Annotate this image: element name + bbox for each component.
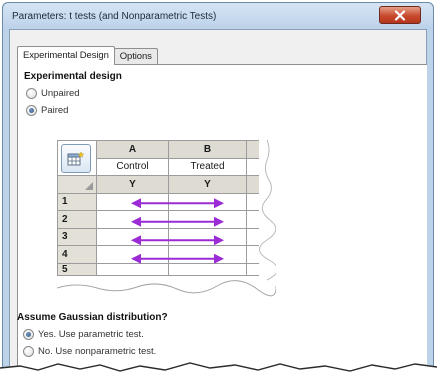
table-cell	[168, 245, 247, 264]
row-number: 2	[57, 210, 97, 229]
close-button[interactable]	[379, 6, 421, 24]
tab-experimental-design[interactable]: Experimental Design	[17, 46, 115, 65]
column-b-subheader: Y	[168, 175, 247, 194]
new-table-button[interactable]	[61, 144, 91, 173]
column-a-subheader: Y	[96, 175, 169, 194]
table-cell	[168, 192, 247, 211]
torn-bottom-edge	[0, 362, 437, 382]
window-title: Parameters: t tests (and Nonparametric T…	[12, 11, 217, 22]
gaussian-heading: Assume Gaussian distribution?	[17, 312, 168, 323]
table-cell	[246, 192, 259, 211]
table-cell	[168, 210, 247, 229]
column-a-title: Control	[96, 157, 169, 176]
column-extra-header	[246, 140, 259, 159]
title-bar[interactable]: Parameters: t tests (and Nonparametric T…	[3, 3, 433, 29]
paired-label: Paired	[41, 105, 69, 116]
paired-option[interactable]: Paired	[26, 105, 68, 116]
close-icon	[394, 9, 406, 21]
parametric-label: Yes. Use parametric test.	[38, 329, 144, 340]
row-number: 4	[57, 245, 97, 264]
table-cell	[168, 262, 247, 276]
row-number: 5	[57, 262, 97, 276]
row-number: 3	[57, 227, 97, 246]
table-cell	[246, 227, 259, 246]
tab-strip: Experimental Design Options	[17, 46, 158, 65]
row-number: 1	[57, 192, 97, 211]
unpaired-label: Unpaired	[41, 88, 80, 99]
experimental-design-heading: Experimental design	[24, 71, 122, 82]
table-cell	[246, 210, 259, 229]
column-b-letter: B	[168, 140, 247, 159]
table-cell	[168, 227, 247, 246]
column-extra-title	[246, 157, 259, 176]
unpaired-radio[interactable]	[26, 88, 37, 99]
column-a-letter: A	[96, 140, 169, 159]
column-b-title: Treated	[168, 157, 247, 176]
table-cell	[96, 227, 169, 246]
torn-edge-right	[259, 140, 276, 281]
table-cell	[246, 245, 259, 264]
row-header-corner	[57, 175, 97, 194]
new-table-icon	[67, 151, 85, 165]
unpaired-option[interactable]: Unpaired	[26, 88, 80, 99]
table-cell	[96, 262, 169, 276]
paired-data-table-illustration: A B Control Treated Y Y 1 2 3 4 5	[57, 140, 276, 297]
table-cell	[96, 192, 169, 211]
paired-radio[interactable]	[26, 105, 37, 116]
table-cell	[96, 210, 169, 229]
table-cell	[96, 245, 169, 264]
parametric-radio[interactable]	[23, 329, 34, 340]
tab-options[interactable]: Options	[113, 48, 158, 64]
table-cell	[246, 262, 259, 276]
parametric-option[interactable]: Yes. Use parametric test.	[23, 329, 144, 340]
table-corner	[57, 140, 97, 176]
column-extra-subheader	[246, 175, 259, 194]
